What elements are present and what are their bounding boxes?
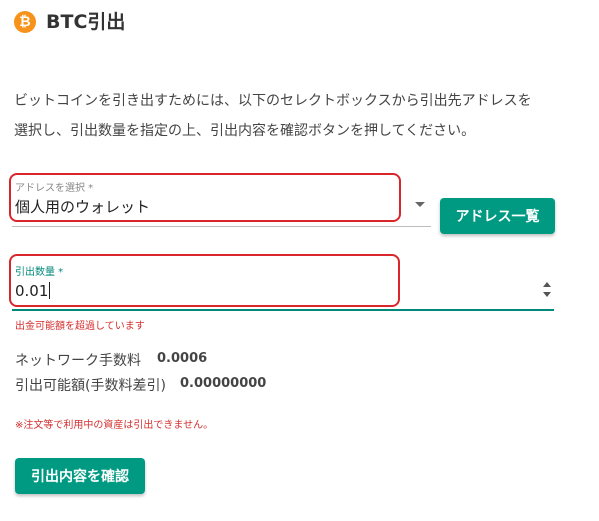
spinner-up-icon[interactable] xyxy=(543,282,551,287)
instructions-text: ビットコインを引き出すためには、以下のセレクトボックスから引出先アドレスを 選択… xyxy=(14,86,584,146)
spinner-down-icon[interactable] xyxy=(543,292,551,297)
available-amount-label: 引出可能額(手数料差引) xyxy=(15,378,166,394)
network-fee-label: ネットワーク手数料 xyxy=(15,353,141,369)
highlight-box-address xyxy=(9,173,401,222)
page-title: BTC引出 xyxy=(46,11,126,33)
instructions-line-1: ビットコインを引き出すためには、以下のセレクトボックスから引出先アドレスを xyxy=(14,93,532,109)
available-amount-value: 0.00000000 xyxy=(180,376,267,391)
address-select-underline xyxy=(12,226,431,227)
confirm-withdrawal-button[interactable]: 引出内容を確認 xyxy=(15,458,145,494)
bitcoin-icon: ₿ xyxy=(14,11,36,33)
instructions-line-2: 選択し、引出数量を指定の上、引出内容を確認ボタンを押してください。 xyxy=(14,123,476,139)
quantity-error-message: 出金可能額を超過しています xyxy=(15,321,145,332)
quantity-input-underline xyxy=(12,309,554,311)
notice-text: ※注文等で利用中の資産は引出できません。 xyxy=(15,420,214,431)
address-list-button[interactable]: アドレス一覧 xyxy=(440,198,555,234)
dropdown-arrow-icon[interactable] xyxy=(415,202,425,207)
highlight-box-quantity xyxy=(9,254,400,307)
network-fee-value: 0.0006 xyxy=(157,351,208,366)
